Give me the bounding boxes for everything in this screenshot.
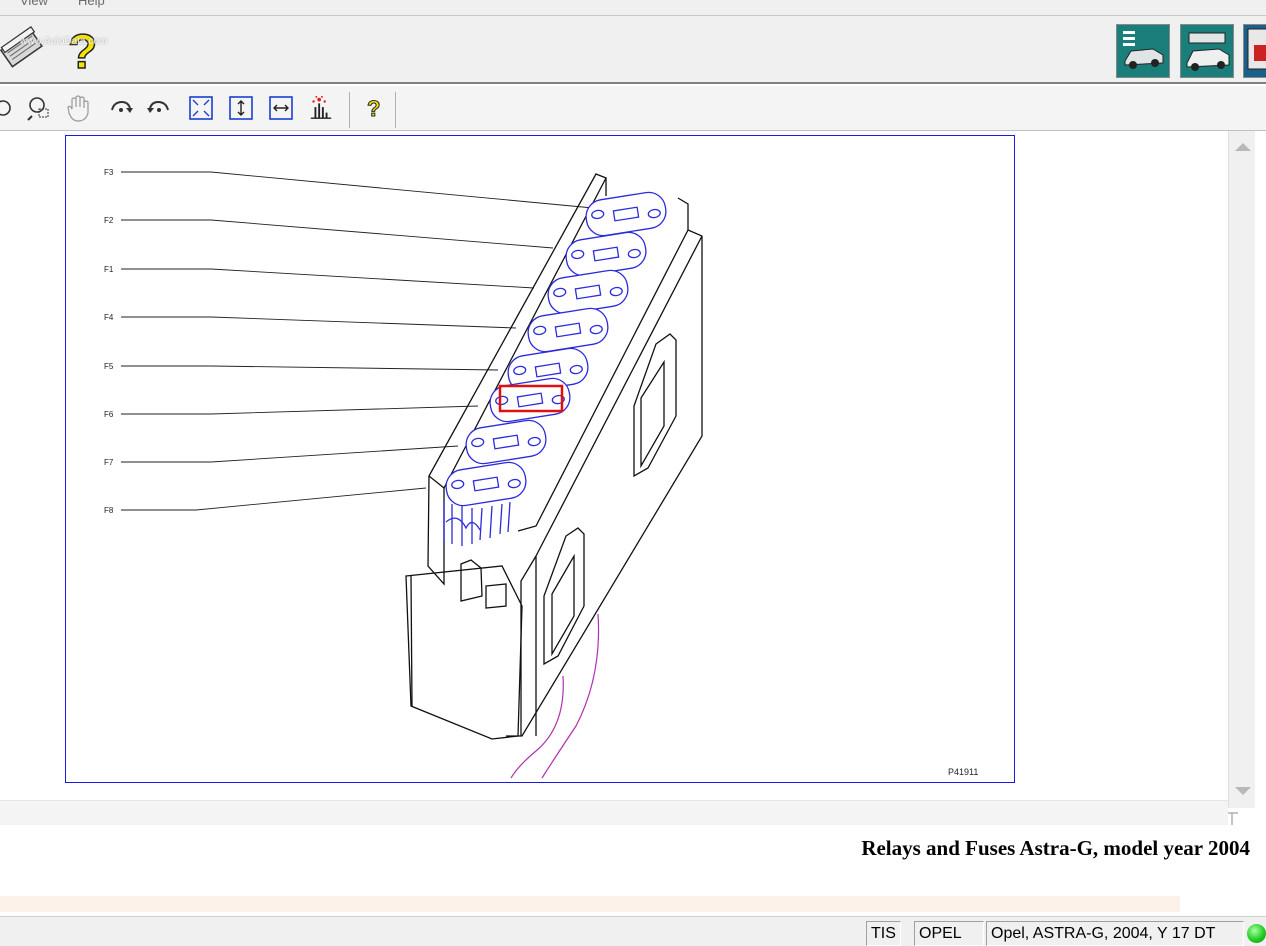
fuse-label-f8: F8 (104, 506, 114, 515)
info-strip (0, 896, 1180, 912)
svg-text:?: ? (367, 96, 380, 121)
status-vehicle: Opel, ASTRA-G, 2004, Y 17 DT (986, 921, 1244, 946)
help-icon[interactable]: ? (362, 93, 388, 123)
rotate-right-icon[interactable] (108, 93, 134, 123)
scroll-up-icon[interactable] (1235, 143, 1251, 151)
fuse-label-f2: F2 (104, 216, 114, 225)
leader-line-f5 (121, 365, 499, 371)
menu-view[interactable]: View (20, 0, 48, 8)
fuse-label-f7: F7 (104, 458, 114, 467)
fuse-f4[interactable] (526, 306, 611, 354)
zoom-window-icon[interactable] (26, 93, 52, 123)
car-list-icon[interactable] (1116, 24, 1170, 78)
fuse-box-housing (405, 173, 703, 740)
watermark-logo: www.AutoData.com (20, 36, 108, 47)
menu-bar: View Help (0, 0, 1266, 16)
toolbar-separator (349, 92, 350, 128)
car-red-icon[interactable] (1243, 24, 1266, 78)
status-brand: OPEL (914, 921, 984, 946)
help-question-icon[interactable]: ? (60, 22, 110, 80)
diagram-frame: F3 F2 F1 F4 F5 F6 F7 F8 P41911 (65, 135, 1015, 783)
fuse-f8[interactable] (444, 460, 529, 508)
fuse-box-diagram: F3 F2 F1 F4 F5 F6 F7 F8 P41911 (104, 168, 978, 779)
leader-line-f7 (121, 445, 459, 463)
fit-width-icon[interactable] (268, 93, 294, 123)
fit-height-icon[interactable] (228, 93, 254, 123)
rotate-left-icon[interactable] (146, 93, 172, 123)
fuse-row (443, 191, 667, 546)
horizontal-scrollbar[interactable] (0, 800, 1228, 825)
book-icon[interactable] (0, 26, 50, 72)
fit-all-icon[interactable] (188, 93, 214, 123)
fuse-label-f1: F1 (104, 265, 114, 274)
status-indicator-icon (1247, 924, 1266, 943)
fuse-label-f6: F6 (104, 410, 114, 419)
wiring-harness (510, 613, 600, 779)
leader-line-f3 (121, 171, 594, 209)
car-service-icon[interactable] (1180, 24, 1234, 78)
pan-hand-icon[interactable] (66, 93, 92, 123)
fuse-label-f5: F5 (104, 362, 114, 371)
leader-line-f4 (121, 316, 517, 329)
highlight-icon[interactable] (308, 93, 334, 123)
svg-text:?: ? (68, 26, 97, 74)
vertical-scrollbar[interactable] (1228, 131, 1255, 808)
toolbar-separator (395, 92, 396, 128)
leader-line-f8 (121, 487, 427, 511)
page-title: Relays and Fuses Astra-G, model year 200… (861, 836, 1250, 860)
main-toolbar (0, 16, 1266, 84)
leader-line-f6 (121, 405, 479, 415)
fuse-label-f4: F4 (104, 313, 114, 322)
status-system: TIS (866, 921, 901, 946)
zoom-circle-icon[interactable] (0, 93, 16, 123)
fuse-label-f3: F3 (104, 168, 114, 177)
leader-line-f2 (121, 219, 554, 249)
figure-id: P41911 (948, 767, 978, 777)
scroll-down-icon[interactable] (1235, 787, 1251, 795)
leader-line-f1 (121, 268, 535, 289)
menu-help[interactable]: Help (78, 0, 105, 8)
